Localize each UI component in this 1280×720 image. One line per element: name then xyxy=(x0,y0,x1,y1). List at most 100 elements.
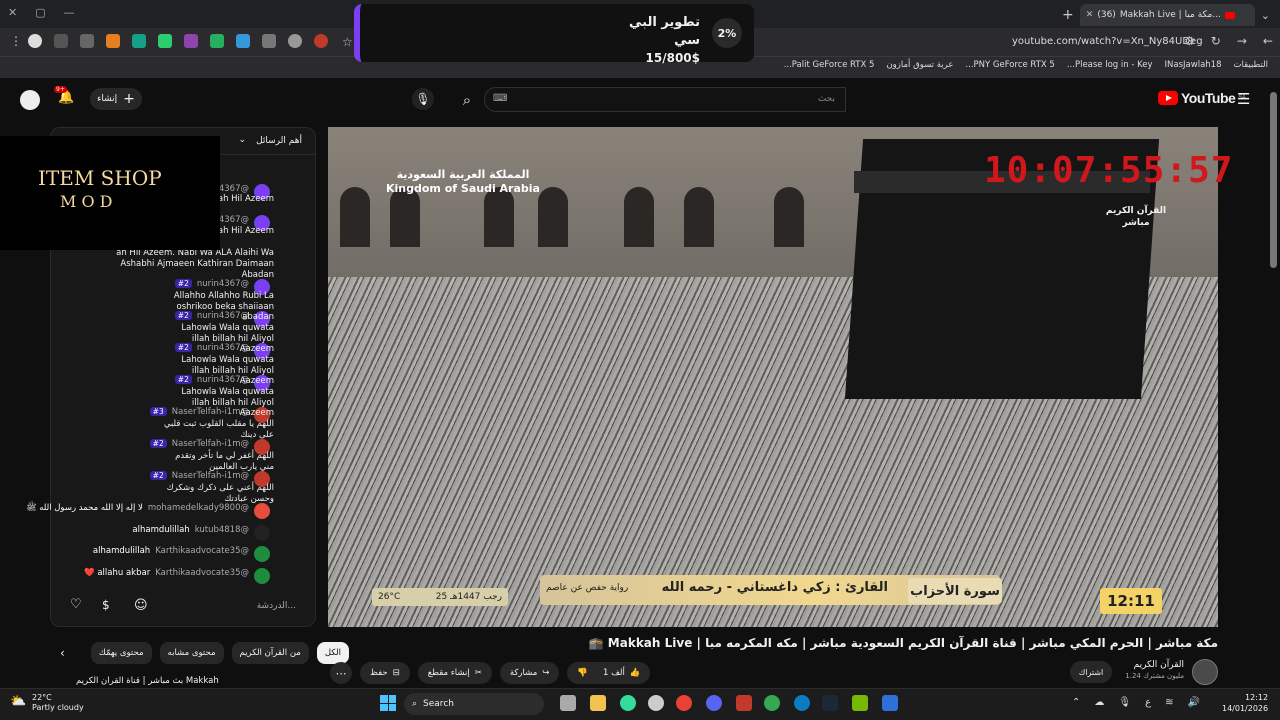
extension-icon[interactable] xyxy=(236,34,250,48)
channel-name[interactable]: القرآن الكريم xyxy=(1124,660,1184,672)
ksa-english: Kingdom of Saudi Arabia xyxy=(386,182,540,196)
emoji-icon[interactable]: ☺ xyxy=(134,598,148,613)
avatar xyxy=(254,546,270,562)
channel-watermark: القرآن الكريم مباشر xyxy=(1105,206,1167,228)
share-icon: ↪ xyxy=(542,668,550,678)
extension-icon[interactable] xyxy=(80,34,94,48)
chip-quran[interactable]: من القرآن الكريم xyxy=(231,642,309,664)
menu-icon[interactable]: ⋮ xyxy=(10,34,22,48)
ksa-label: المملكة العربية السعودية Kingdom of Saud… xyxy=(386,168,540,197)
voice-search-button[interactable]: 🎙 xyxy=(412,88,434,110)
app-icon[interactable] xyxy=(882,695,898,711)
bookmark-item[interactable]: Please log in - Key... xyxy=(1067,60,1153,70)
like-icon[interactable]: 👍 xyxy=(630,668,641,678)
extension-icon[interactable] xyxy=(288,34,302,48)
steam-icon[interactable] xyxy=(822,695,838,711)
chat-mode-label[interactable]: أهم الرسائل xyxy=(256,136,302,146)
maximize-window-icon[interactable]: ▢ xyxy=(35,6,45,19)
bookmark-item[interactable]: عربة تسوق أمازون xyxy=(886,60,953,70)
video-player[interactable] xyxy=(328,127,1218,627)
forward-icon[interactable]: → xyxy=(1237,34,1247,48)
recommendation-chips: ‹ محتوى يهمّك محتوى مشابه من القرآن الكر… xyxy=(60,642,349,664)
dislike-icon[interactable]: 👎 xyxy=(577,668,588,678)
channel-avatar[interactable] xyxy=(1192,659,1218,685)
windows-start-icon[interactable] xyxy=(380,695,396,711)
more-icon[interactable]: ⋯ xyxy=(330,662,352,684)
site-settings-icon[interactable]: ⚙ xyxy=(1184,34,1195,48)
bookmark-item[interactable]: INasJawlah18 xyxy=(1165,60,1222,70)
search-input[interactable]: بحث ⌨ xyxy=(484,87,846,112)
item-shop-overlay: ITEM SHOP M O D xyxy=(0,136,220,250)
minimize-window-icon[interactable]: — xyxy=(64,6,75,19)
search-button[interactable]: ⌕ xyxy=(452,87,482,112)
chip-all[interactable]: الكل xyxy=(316,642,349,664)
settings-icon[interactable] xyxy=(648,695,664,711)
save-button[interactable]: حفظ ⊟ xyxy=(360,662,410,684)
bookmark-star-icon[interactable]: ☆ xyxy=(342,35,353,49)
create-button[interactable]: إنشاء + xyxy=(90,88,142,110)
search-icon: ⌕ xyxy=(412,699,418,709)
volume-icon[interactable]: 🔊 xyxy=(1187,697,1199,708)
chips-prev-icon[interactable]: ‹ xyxy=(60,646,65,660)
chrome-icon[interactable] xyxy=(764,695,780,711)
taskbar-search[interactable]: ⌕ Search xyxy=(404,693,544,715)
avatar[interactable] xyxy=(20,90,40,110)
heart-icon[interactable]: ♡ xyxy=(70,597,82,612)
arch xyxy=(624,187,654,247)
extension-icon[interactable] xyxy=(184,34,198,48)
close-window-icon[interactable]: ✕ xyxy=(8,6,17,19)
bookmark-item[interactable]: Palit GeForce RTX 5... xyxy=(784,60,875,70)
hamburger-menu-icon[interactable]: ☰ xyxy=(1237,90,1250,108)
youtube-favicon-icon xyxy=(1224,11,1235,19)
plus-icon: + xyxy=(123,91,135,107)
chat-input[interactable]: الدردشة... xyxy=(257,601,296,611)
kick-icon[interactable] xyxy=(210,34,224,48)
tab-makkah-live[interactable]: ✕ (36) Makkah Live | مكة مبا... xyxy=(1079,4,1255,26)
ksa-arabic: المملكة العربية السعودية xyxy=(396,168,530,181)
keyboard-icon[interactable]: ⌨ xyxy=(493,93,507,104)
chat-text: اللهم يا مقلب القلوب ثبت قلبي على دينك xyxy=(163,419,274,440)
youtube-logo[interactable]: YouTube SA xyxy=(1158,90,1246,106)
file-explorer-icon[interactable] xyxy=(590,695,606,711)
up-next-title: بث مباشر | قناة القرآن الكريم Makkah xyxy=(76,676,219,686)
tab-search-icon[interactable]: ⌄ xyxy=(1261,9,1270,22)
weather-strip: 26°C 25 رجب 1447هـ xyxy=(372,588,508,606)
nvidia-icon[interactable] xyxy=(852,695,868,711)
edge-icon[interactable] xyxy=(794,695,810,711)
cloud-icon[interactable]: ☁ xyxy=(1094,697,1104,708)
language-indicator[interactable]: ع xyxy=(1145,697,1151,708)
microphone-icon[interactable]: 🎙 xyxy=(1118,697,1131,708)
new-tab-icon[interactable]: + xyxy=(1062,7,1074,23)
chip-similar[interactable]: محتوى مشابه xyxy=(159,642,224,664)
extension-icon[interactable] xyxy=(158,34,172,48)
app-icon[interactable] xyxy=(736,695,752,711)
time: 12:12 xyxy=(1245,693,1269,702)
chip-for-you[interactable]: محتوى يهمّك xyxy=(90,642,152,664)
back-icon[interactable]: ← xyxy=(1263,34,1273,48)
extension-icon[interactable] xyxy=(314,34,328,48)
clip-button[interactable]: إنشاء مقطع ✂ xyxy=(417,662,492,684)
up-next-item[interactable]: بث مباشر | قناة القرآن الكريم Makkah xyxy=(76,676,316,688)
address-bar[interactable]: youtube.com/watch?v=Xn_Ny84UDeg xyxy=(1012,36,1203,47)
subscribe-button[interactable]: اشتراك xyxy=(1070,661,1112,683)
clock[interactable]: 12:12 14/01/2026 xyxy=(1222,693,1268,715)
page-scrollbar[interactable] xyxy=(1270,92,1277,268)
extension-icon[interactable] xyxy=(106,34,120,48)
reload-icon[interactable]: ↻ xyxy=(1211,34,1221,48)
task-view-icon[interactable] xyxy=(560,695,576,711)
profile-icon[interactable] xyxy=(28,34,42,48)
volume-icon[interactable] xyxy=(262,34,276,48)
bookmark-item[interactable]: PNY GeForce RTX 5... xyxy=(965,60,1054,70)
close-tab-icon[interactable]: ✕ xyxy=(1086,10,1094,20)
discord-icon[interactable] xyxy=(706,695,722,711)
extension-icon[interactable] xyxy=(132,34,146,48)
wifi-icon[interactable]: ≋ xyxy=(1165,697,1173,708)
notifications-button[interactable]: 🔔 9+ xyxy=(54,86,74,105)
extension-icon[interactable] xyxy=(54,34,68,48)
tray-chevron-icon[interactable]: ⌃ xyxy=(1072,697,1080,708)
share-button[interactable]: مشاركة ↪ xyxy=(499,662,560,684)
app-icon[interactable] xyxy=(620,695,636,711)
super-chat-icon[interactable]: $ xyxy=(102,598,110,612)
bookmark-item[interactable]: التطبيقات xyxy=(1233,60,1268,70)
chrome-icon[interactable] xyxy=(676,695,692,711)
